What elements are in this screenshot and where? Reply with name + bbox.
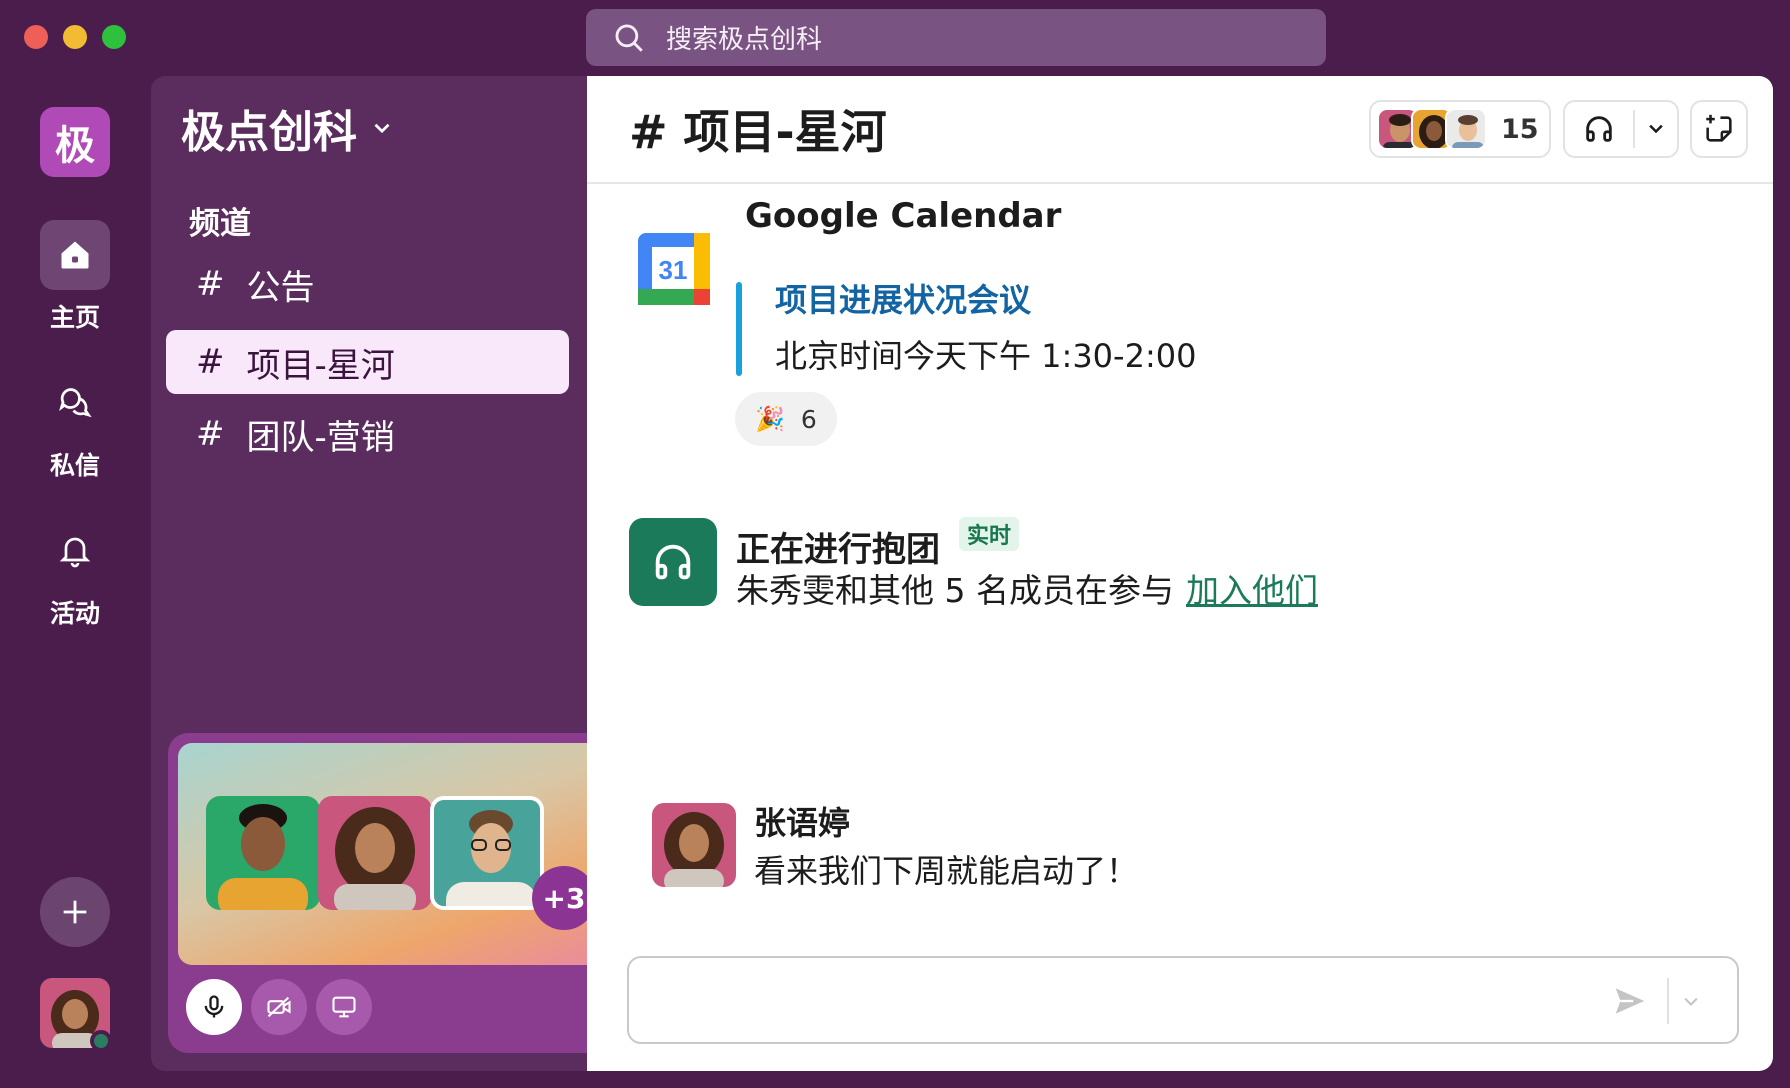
microphone-icon: [204, 995, 224, 1018]
monitor-icon: [332, 996, 356, 1018]
workspace-name: 极点创科: [181, 107, 357, 158]
video-off-icon: [267, 996, 291, 1018]
search-bar[interactable]: 搜索极点创科: [586, 9, 1326, 66]
video-button[interactable]: [251, 979, 307, 1035]
member-avatar: [1445, 108, 1487, 150]
message-sender[interactable]: 张语婷: [754, 798, 850, 844]
home-icon: [61, 241, 89, 269]
join-huddle-link[interactable]: 加入他们: [1186, 571, 1318, 610]
member-count: 15: [1501, 113, 1539, 145]
send-icon: [1615, 988, 1645, 1014]
hash-icon: #: [196, 342, 225, 382]
chevron-down-icon: [374, 123, 390, 134]
rail-item-dms[interactable]: 私信: [0, 368, 150, 482]
event-time: 北京时间今天下午 1:30-2:00: [775, 337, 1197, 375]
headphones-icon: [1586, 116, 1612, 142]
workspace-name-menu[interactable]: 极点创科: [181, 96, 395, 160]
canvas-add-icon: [1706, 114, 1732, 142]
workspace-rail: 极 主页 私信 活动: [0, 80, 150, 1088]
live-badge: 实时: [959, 517, 1020, 551]
rail-label-activity: 活动: [49, 599, 100, 628]
huddle-toggle[interactable]: [1563, 100, 1679, 158]
screen-share-button[interactable]: [316, 979, 372, 1035]
mic-button[interactable]: [186, 979, 242, 1035]
reaction-pill[interactable]: 🎉 6: [735, 392, 837, 446]
send-options-button[interactable]: [1681, 992, 1701, 1012]
message-text: 看来我们下周就能启动了！: [754, 852, 1139, 890]
add-workspace-button[interactable]: [40, 877, 110, 947]
channel-label: 项目-星河: [246, 345, 395, 386]
rail-label-dms: 私信: [49, 451, 100, 480]
huddle-participants-text: 朱秀雯和其他 5 名成员在参与: [736, 571, 1174, 610]
message-sender[interactable]: Google Calendar: [745, 196, 1061, 236]
channel-view: # 项目-星河 15 31 Google Calendar 项目进展状况会议 北…: [587, 76, 1773, 1071]
huddle-participant-avatar: [206, 796, 320, 910]
rail-item-activity[interactable]: 活动: [0, 516, 150, 630]
message-composer[interactable]: [627, 956, 1739, 1044]
send-button[interactable]: [1611, 982, 1649, 1020]
chevron-down-icon: [1684, 997, 1698, 1006]
hash-icon: #: [196, 264, 225, 304]
attachment-bar: [736, 282, 742, 376]
chevron-down-icon: [1649, 124, 1663, 134]
event-title-link[interactable]: 项目进展状况会议: [775, 275, 1031, 321]
bell-icon: [59, 537, 91, 568]
minimize-window-button[interactable]: [63, 25, 87, 49]
sidebar-channel-announcements[interactable]: # 公告: [166, 252, 569, 316]
online-status-indicator: [90, 1030, 112, 1052]
huddle-participant-avatar: [318, 796, 432, 910]
google-calendar-icon: 31: [638, 233, 710, 305]
channels-section-title[interactable]: 频道: [189, 198, 251, 243]
search-icon: [615, 24, 643, 52]
plus-icon: [63, 900, 87, 924]
headphones-icon: [655, 544, 691, 580]
start-huddle-button[interactable]: [1565, 110, 1635, 148]
workspace-logo[interactable]: 极: [40, 107, 110, 177]
huddle-options-button[interactable]: [1635, 119, 1677, 139]
calendar-day: 31: [659, 255, 688, 285]
rail-item-home[interactable]: 主页: [0, 220, 150, 334]
huddle-controls: [186, 979, 609, 1035]
channel-title[interactable]: # 项目-星河: [629, 96, 887, 162]
search-placeholder: 搜索极点创科: [666, 25, 823, 55]
canvas-button[interactable]: [1690, 100, 1748, 158]
rail-label-home: 主页: [49, 303, 100, 332]
window-controls: [24, 25, 126, 49]
reaction-count: 6: [800, 404, 817, 434]
members-button[interactable]: 15: [1369, 100, 1551, 158]
huddle-participant-avatar: [430, 796, 544, 910]
maximize-window-button[interactable]: [102, 25, 126, 49]
party-popper-icon: 🎉: [755, 405, 785, 433]
close-window-button[interactable]: [24, 25, 48, 49]
send-divider: [1667, 978, 1669, 1024]
channel-label: 公告: [246, 267, 315, 308]
huddle-video-grid: +3: [178, 743, 609, 965]
hash-icon: #: [196, 414, 225, 454]
messages-icon: [59, 388, 92, 418]
sidebar-channel-team-marketing[interactable]: # 团队-营销: [166, 402, 569, 466]
channel-label: 团队-营销: [246, 417, 395, 458]
sidebar-channel-project-xinghe[interactable]: # 项目-星河: [166, 330, 569, 394]
huddle-message-icon: [629, 518, 717, 606]
huddle-card[interactable]: +3: [168, 733, 619, 1053]
channel-header: # 项目-星河 15: [587, 76, 1773, 184]
huddle-description: 朱秀雯和其他 5 名成员在参与 加入他们: [736, 564, 1318, 612]
message-avatar[interactable]: [652, 803, 736, 887]
